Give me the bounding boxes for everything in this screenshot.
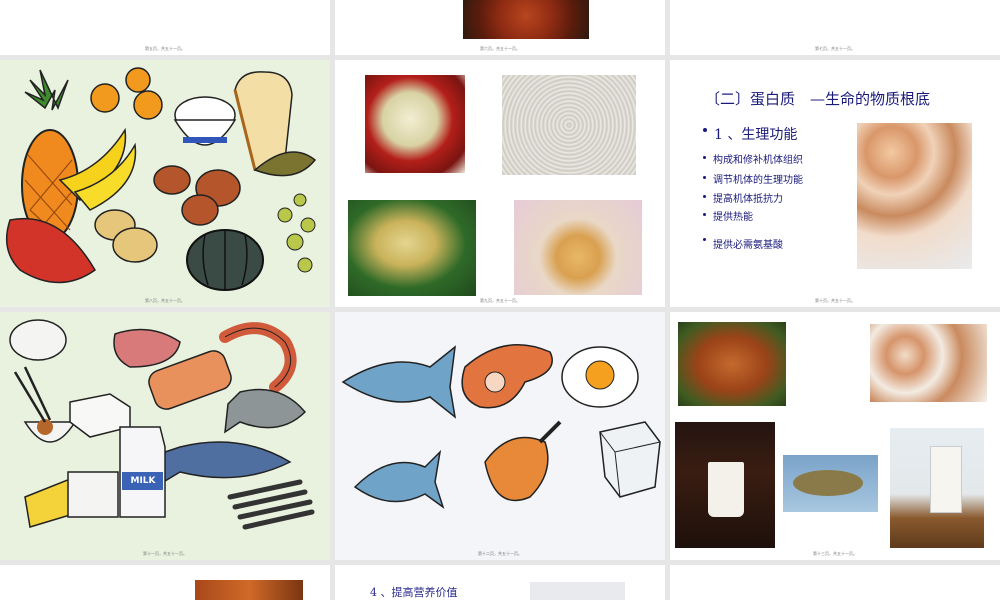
slide-thumbnail-12[interactable]: 第十二页，共五十一页。: [335, 312, 665, 560]
congee-bowl-photo: [348, 200, 476, 296]
bullet-item: 调节机体的生理功能: [713, 175, 803, 186]
steamed-buns-photo: [514, 200, 642, 295]
food-photo: [530, 582, 625, 600]
bullet-item: 提供热能: [713, 212, 753, 223]
page-number: 第五页，共五十一页。: [145, 46, 185, 51]
bullet-dot: [703, 128, 707, 132]
slide-thumbnail-10[interactable]: 〔二〕蛋白质 —生命的物质根底 1 、生理功能 构成和修补机体组织 调节机体的生…: [670, 60, 1000, 307]
bullet-item: 提高机体抵抗力: [713, 194, 783, 205]
fish-photo: [783, 455, 878, 512]
slide-thumbnail-9[interactable]: 第九页，共五十一页。: [335, 60, 665, 307]
roast-meat-photo: [678, 322, 786, 406]
section-heading: 1 、生理功能: [714, 127, 798, 143]
food-dish-photo: [463, 0, 589, 39]
glass-of-milk-photo: [675, 422, 775, 548]
slide-thumbnail-5[interactable]: 第五页，共五十一页。: [0, 0, 330, 55]
page-number: 第十页，共五十一页。: [815, 298, 855, 303]
slide-thumbnail-6[interactable]: 第六页，共五十一页。: [335, 0, 665, 55]
bullet-dot: [703, 195, 706, 198]
slide-subheading: 4 、提高营养价值: [370, 586, 458, 599]
slide-thumbnail-8[interactable]: 第八页，共五十一页。: [0, 60, 330, 307]
protein-foods-illustration: [0, 312, 330, 560]
page-number: 第十二页，共五十一页。: [478, 551, 522, 556]
bullet-dot: [703, 176, 706, 179]
slide-thumbnail-13[interactable]: 第十三页，共五十一页。: [670, 312, 1000, 560]
egg-pile-photo: [870, 324, 987, 402]
milk-glass: [930, 446, 962, 513]
bullet-dot: [703, 213, 706, 216]
fish-shape: [793, 470, 863, 496]
page-number: 第八页，共五十一页。: [145, 298, 185, 303]
slide-thumbnail-16[interactable]: [670, 565, 1000, 600]
milk-carton-label: MILK: [130, 476, 156, 486]
eggs-photo: [857, 123, 972, 269]
carbohydrate-foods-illustration: [0, 60, 330, 307]
fish-meat-egg-illustration: [335, 312, 665, 560]
slide-thumbnail-7[interactable]: 第七页，共五十一页。: [670, 0, 1000, 55]
page-number: 第六页，共五十一页。: [480, 46, 520, 51]
slide-title: 〔二〕蛋白质 —生命的物质根底: [705, 90, 931, 108]
page-number: 第十一页，共五十一页。: [143, 551, 187, 556]
noodles-photo: [502, 75, 636, 175]
slide-thumbnail-14[interactable]: [0, 565, 330, 600]
bullet-dot: [703, 238, 706, 241]
bullet-dot: [703, 156, 706, 159]
page-number: 第十三页，共五十一页。: [813, 551, 857, 556]
food-dish-photo: [195, 580, 303, 600]
page-number: 第九页，共五十一页。: [480, 298, 520, 303]
bullet-item: 构成和修补机体组织: [713, 155, 803, 166]
milk-glass: [708, 462, 744, 517]
page-number: 第七页，共五十一页。: [815, 46, 855, 51]
slide-thumbnail-15[interactable]: 4 、提高营养价值: [335, 565, 665, 600]
milk-and-grains-photo: [890, 428, 984, 548]
fried-rice-photo: [365, 75, 465, 173]
slide-thumbnail-11[interactable]: MILK 第十一页，共五十一页。: [0, 312, 330, 560]
bullet-item: 提供必需氨基酸: [713, 240, 783, 251]
